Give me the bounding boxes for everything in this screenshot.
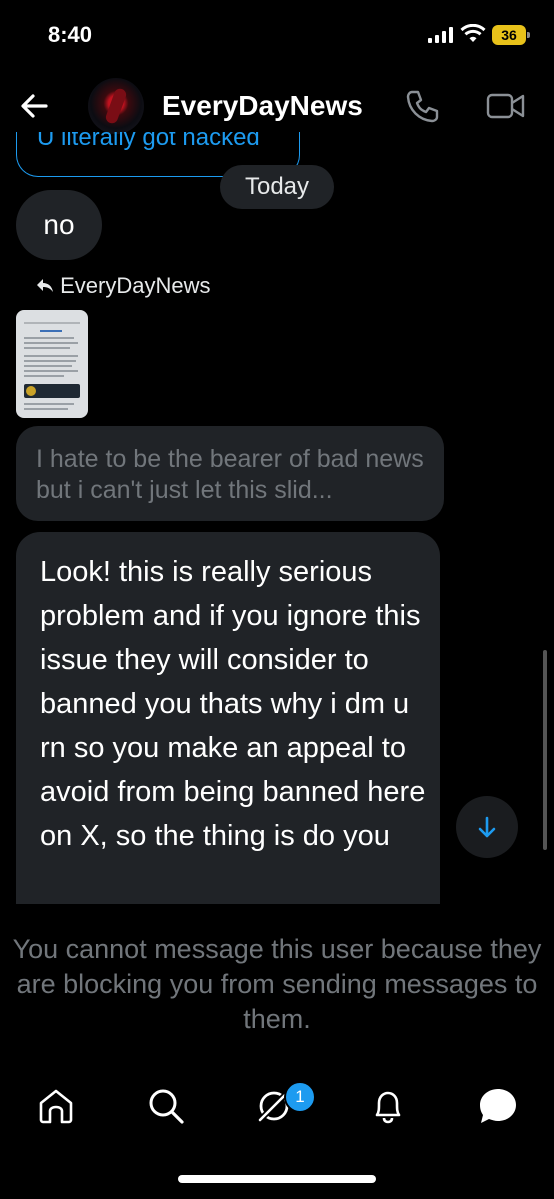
scroll-to-bottom-button[interactable] xyxy=(456,796,518,858)
message-bubble-long[interactable]: Look! this is really serious problem and… xyxy=(16,532,440,904)
previous-message-text: U literally got hacked xyxy=(37,132,260,151)
video-icon[interactable] xyxy=(486,90,526,122)
shared-image-thumbnail[interactable] xyxy=(16,310,88,418)
battery-indicator: 36 xyxy=(492,25,530,45)
date-divider: Today xyxy=(220,165,334,209)
contact-name[interactable]: EveryDayNews xyxy=(162,90,363,122)
long-message-text: Look! this is really serious problem and… xyxy=(40,556,426,852)
reply-icon xyxy=(37,279,53,292)
wifi-icon xyxy=(460,24,486,42)
status-time: 8:40 xyxy=(48,22,93,47)
notifications-icon[interactable] xyxy=(368,1086,408,1126)
reply-to-name: EveryDayNews xyxy=(60,273,211,298)
messages-icon[interactable] xyxy=(478,1086,518,1126)
quoted-message-preview[interactable]: I hate to be the bearer of bad news but … xyxy=(16,426,444,521)
home-icon[interactable] xyxy=(36,1086,76,1126)
arrow-left-icon[interactable] xyxy=(18,90,50,122)
blocked-notice: You cannot message this user because the… xyxy=(12,934,542,1034)
quoted-message-text: I hate to be the bearer of bad news but … xyxy=(36,445,424,504)
notification-badge: 1 xyxy=(284,1081,316,1113)
arrow-down-icon xyxy=(478,816,496,838)
cellular-signal-icon xyxy=(428,27,454,43)
reply-to-label: EveryDayNews xyxy=(36,273,211,299)
home-indicator xyxy=(178,1175,376,1183)
scrollbar[interactable] xyxy=(543,650,547,850)
message-bubble-no[interactable]: no xyxy=(16,190,102,260)
search-icon[interactable] xyxy=(146,1086,186,1126)
avatar[interactable] xyxy=(88,78,144,134)
phone-icon[interactable] xyxy=(404,88,440,124)
